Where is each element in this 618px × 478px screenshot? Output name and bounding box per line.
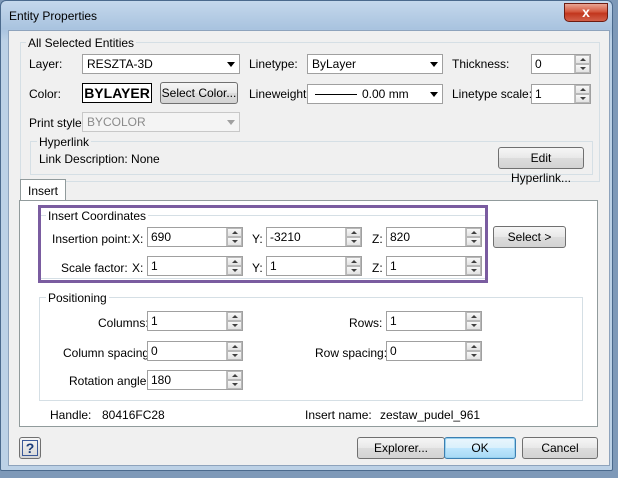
select-color-button[interactable]: Select Color... [160,82,238,104]
spin-up-icon[interactable] [466,342,481,351]
thickness-stepper[interactable]: 0 [531,54,591,74]
linetype-scale-stepper[interactable]: 1 [531,84,591,104]
spin-up-icon[interactable] [575,85,590,94]
layer-label: Layer: [29,57,63,71]
ok-button[interactable]: OK [444,437,516,459]
lineweight-label: Lineweight: [249,87,310,101]
link-description: Link Description: None [39,152,160,166]
columns-label: Columns: [98,316,149,330]
columns-stepper[interactable]: 1 [147,311,243,331]
layer-select[interactable]: RESZTA-3D [82,54,240,74]
spin-down-icon[interactable] [466,321,481,330]
spin-up-icon[interactable] [466,312,481,321]
rotation-angle-label: Rotation angle: [69,374,150,388]
linetype-scale-label: Linetype scale: [452,87,533,101]
spin-up-icon[interactable] [227,312,242,321]
line-sample-icon [315,94,357,95]
lineweight-select[interactable]: 0.00 mm [307,84,443,104]
row-spacing-field[interactable]: 0 [386,341,482,361]
spin-up-icon[interactable] [227,342,242,351]
spin-up-icon[interactable] [227,371,242,380]
insert-name-label: Insert name: [305,408,372,422]
handle-label: Handle: [50,408,92,422]
rows-stepper[interactable]: 1 [386,311,482,331]
spin-down-icon[interactable] [227,321,242,330]
chevron-down-icon [227,62,235,67]
insert-coordinates-highlight [38,205,488,283]
help-button[interactable]: ? [19,437,41,459]
dialog-window: Entity Properties x All Selected Entitie… [0,0,613,471]
color-swatch: BYLAYER [82,83,152,103]
spin-up-icon[interactable] [575,55,590,64]
spin-down-icon[interactable] [575,94,590,103]
spin-down-icon[interactable] [227,380,242,389]
thickness-label: Thickness: [452,57,510,71]
column-spacing-label: Column spacing: [63,346,153,360]
select-point-button[interactable]: Select > [493,226,566,248]
rows-label: Rows: [349,316,383,330]
window-title: Entity Properties [9,9,98,23]
help-icon: ? [22,440,38,456]
rotation-angle-field[interactable]: 180 [147,370,243,390]
linetype-select[interactable]: ByLayer [307,54,443,74]
spin-down-icon[interactable] [575,64,590,73]
close-icon: x [582,4,590,20]
tab-insert[interactable]: Insert [20,179,66,201]
insert-name-value: zestaw_pudel_961 [380,408,481,422]
cancel-button[interactable]: Cancel [522,437,598,459]
explorer-button[interactable]: Explorer... [357,437,445,459]
row-spacing-label: Row spacing: [315,346,388,360]
spin-down-icon[interactable] [466,351,481,360]
edit-hyperlink-button[interactable]: Edit Hyperlink... [498,147,584,185]
handle-value: 80416FC28 [102,408,165,422]
spin-down-icon[interactable] [227,351,242,360]
chevron-down-icon [227,120,235,125]
close-button[interactable]: x [564,3,608,22]
chevron-down-icon [430,92,438,97]
positioning-label: Positioning [46,291,109,305]
color-label: Color: [29,87,62,101]
print-style-select: BYCOLOR [82,112,240,132]
column-spacing-field[interactable]: 0 [147,341,243,361]
hyperlink-label: Hyperlink [37,135,92,149]
linetype-label: Linetype: [249,57,298,71]
all-selected-label: All Selected Entities [26,36,137,50]
print-style-label: Print style: [29,116,86,130]
chevron-down-icon [430,62,438,67]
